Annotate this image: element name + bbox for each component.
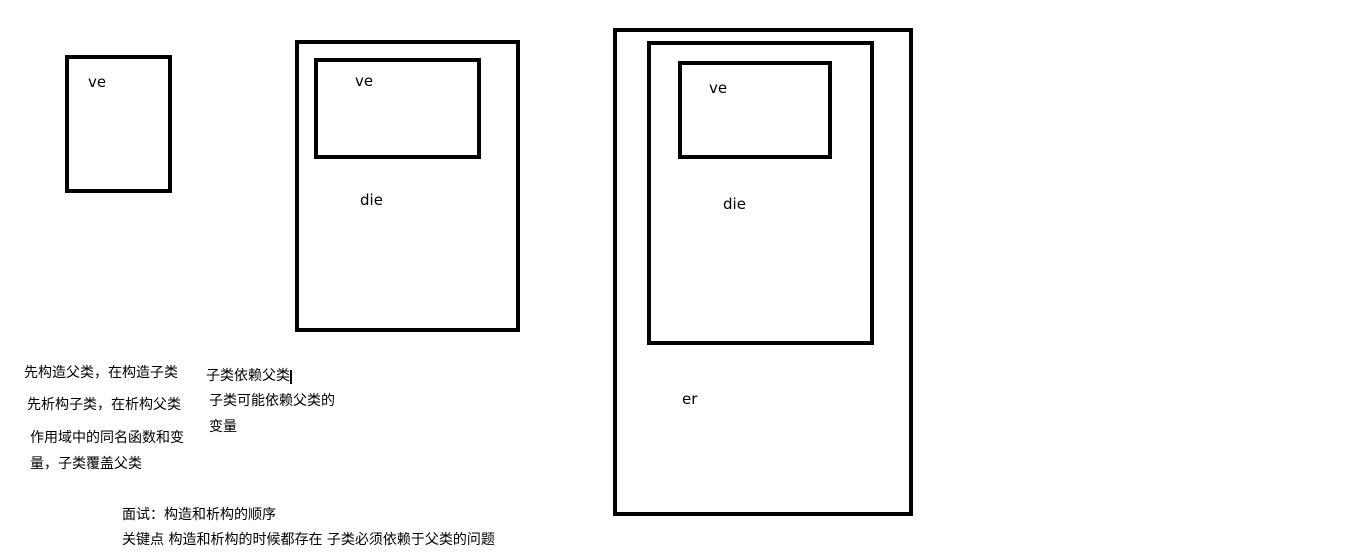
note-construct-order: 先构造父类，在构造子类 [24,365,178,381]
derived-ve-label: ve [355,72,374,90]
grandchild-object-inner-box [678,61,832,159]
note-destruct-order: 先析构子类，在析构父类 [27,397,181,413]
grandchild-er-label: er [682,390,698,408]
derived-object-base-box [314,58,481,159]
base-ve-label: ve [88,73,107,91]
grandchild-die-label: die [723,195,746,213]
derived-die-label: die [360,191,383,209]
note-keypoint: 关键点 构造和析构的时候都存在 子类必须依赖于父类的问题 [122,532,495,548]
note-variables: 变量 [209,419,237,435]
note-scope-line2: 量，子类覆盖父类 [30,456,142,472]
note-child-may-depend: 子类可能依赖父类的 [209,393,335,409]
text-cursor-icon [290,370,292,384]
note-scope-line1: 作用域中的同名函数和变 [30,430,184,446]
drawing-canvas: ve ve die ve die er 先构造父类，在构造子类 先析构子类，在析… [0,0,1360,558]
base-object-box [65,55,172,193]
note-interview: 面试：构造和析构的顺序 [122,507,276,523]
note-child-depends-parent: 子类依赖父类 [206,368,290,384]
grandchild-ve-label: ve [709,79,728,97]
